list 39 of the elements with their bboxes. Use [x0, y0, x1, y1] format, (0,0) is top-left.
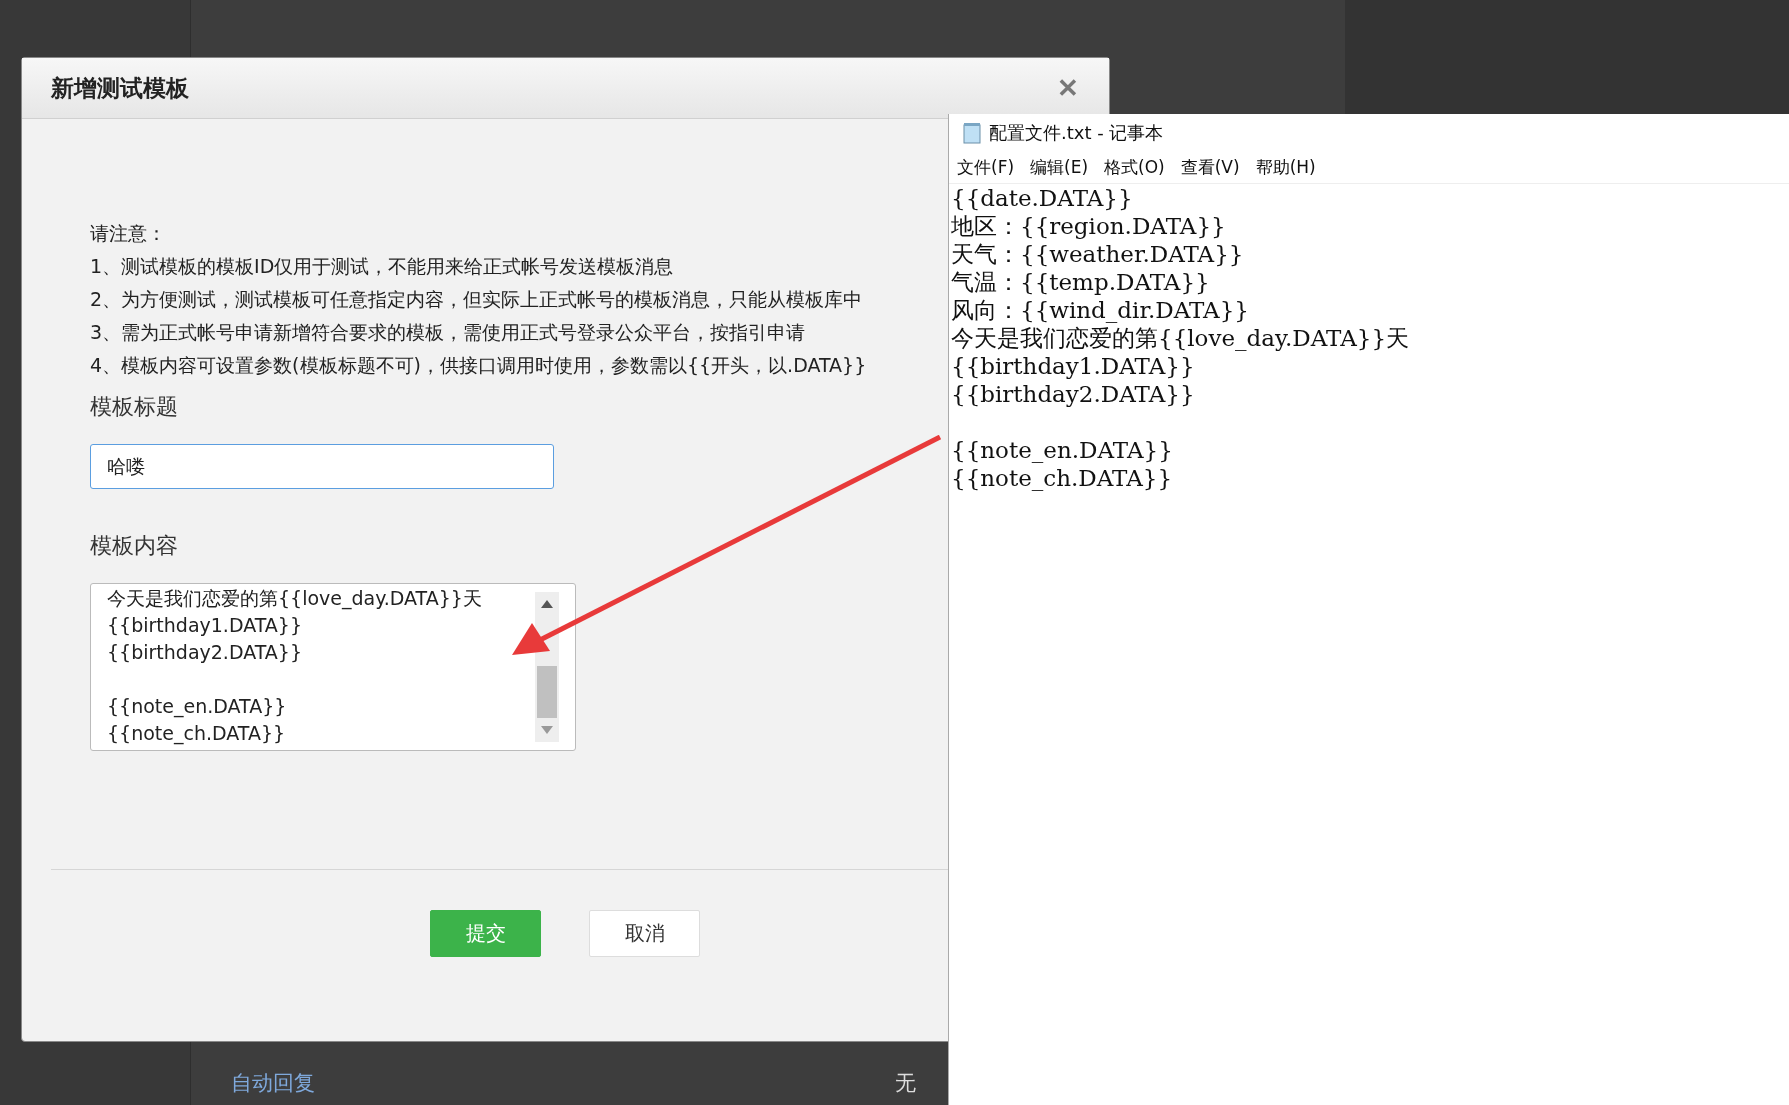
menu-item[interactable]: 帮助(H): [1255, 156, 1316, 179]
text-line: {{date.DATA}}: [951, 184, 1133, 212]
menu-item[interactable]: 编辑(E): [1030, 156, 1089, 179]
cancel-button[interactable]: 取消: [589, 910, 700, 957]
field-label: 模板内容: [90, 532, 178, 560]
scroll-up-icon[interactable]: [541, 600, 553, 608]
textarea-line: 今天是我们恋爱的第{{love_day.DATA}}天: [107, 586, 482, 612]
text-line: {{note_ch.DATA}}: [951, 464, 1173, 492]
close-button[interactable]: ✕: [1057, 72, 1079, 104]
menu-item[interactable]: 文件(F): [957, 156, 1015, 179]
text-line: 今天是我们恋爱的第{{love_day.DATA}}天: [951, 324, 1409, 352]
window-title: 配置文件.txt - 记事本: [989, 121, 1164, 145]
text-line: 地区：{{region.DATA}}: [951, 212, 1226, 240]
notice-text: 4、模板内容可设置参数(模板标题不可)，供接口调用时使用，参数需以{{开头，以.DATA}}: [90, 353, 867, 378]
menu-item[interactable]: 格式(O): [1104, 156, 1165, 179]
text-line: 天气：{{weather.DATA}}: [951, 240, 1244, 268]
content-textarea[interactable]: 今天是我们恋爱的第{{love_day.DATA}}天 {{birthday1.DATA}} {{birthday2.DATA}} {{note_en.DATA}} {{note_ch.DATA}}: [90, 583, 576, 751]
text-line: {{birthday1.DATA}}: [951, 352, 1195, 380]
textarea-line: {{birthday1.DATA}}: [107, 613, 303, 638]
title-input[interactable]: 哈喽: [90, 444, 554, 489]
textarea-line: {{birthday2.DATA}}: [107, 640, 303, 665]
table-cell-text: 无: [895, 1070, 916, 1097]
dialog-title: 新增测试模板: [51, 73, 189, 103]
textarea-line: {{note_ch.DATA}}: [107, 721, 286, 747]
menu-item[interactable]: 查看(V): [1180, 156, 1240, 179]
text-line: 风向：{{wind_dir.DATA}}: [951, 296, 1249, 324]
scrollbar[interactable]: [535, 592, 559, 742]
notice-text: 1、测试模板的模板ID仅用于测试，不能用来给正式帐号发送模板消息: [90, 254, 674, 279]
textarea-line: {{note_en.DATA}}: [107, 694, 287, 720]
scroll-down-icon[interactable]: [541, 726, 553, 734]
notice-text: 3、需为正式帐号申请新增符合要求的模板，需使用正式号登录公众平台，按指引申请: [90, 320, 806, 345]
notepad-icon: [961, 122, 983, 144]
notice-heading: 请注意：: [90, 221, 166, 246]
text-line: 气温：{{temp.DATA}}: [951, 268, 1210, 296]
menu-link[interactable]: 自动回复: [231, 1069, 315, 1097]
text-line: {{birthday2.DATA}}: [951, 380, 1195, 408]
field-label: 模板标题: [90, 393, 178, 421]
text-line: {{note_en.DATA}}: [951, 436, 1173, 464]
notice-text: 2、为方便测试，测试模板可任意指定内容，但实际上正式帐号的模板消息，只能从模板库中: [90, 287, 863, 312]
